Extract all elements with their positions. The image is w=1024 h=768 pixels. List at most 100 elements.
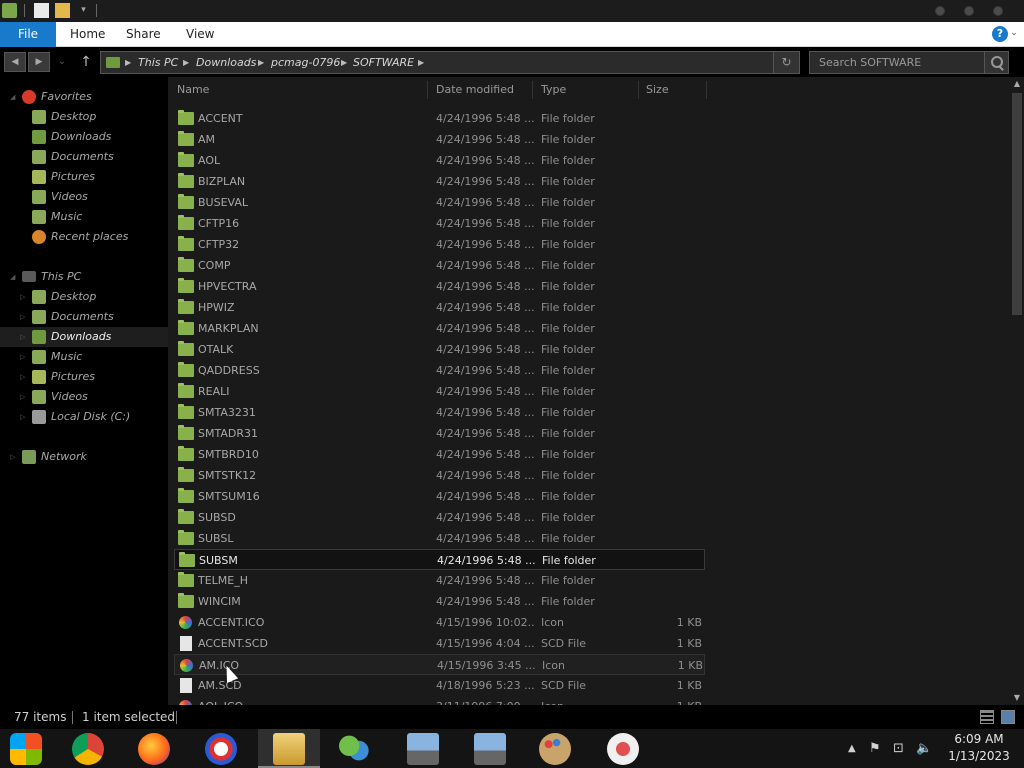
column-header-type[interactable]: Type (541, 77, 566, 103)
breadcrumb-pcmag-0796[interactable]: pcmag-0796 (271, 52, 340, 73)
system-clock[interactable]: 6:09 AM 1/13/2023 (940, 731, 1018, 765)
file-row[interactable]: QADDRESS 4/24/1996 5:48 ... File folder (174, 360, 705, 381)
start-button[interactable] (0, 729, 62, 768)
taskbar-paint[interactable] (524, 729, 586, 768)
nav-pc-local-disk[interactable]: ▷ Local Disk (C:) (0, 407, 168, 427)
file-row[interactable]: SMTA3231 4/24/1996 5:48 ... File folder (174, 402, 705, 423)
tab-share[interactable]: Share (126, 22, 161, 47)
file-row[interactable]: WINCIM 4/24/1996 5:48 ... File folder (174, 591, 705, 612)
column-header-size[interactable]: Size (646, 77, 669, 103)
file-row[interactable]: HPVECTRA 4/24/1996 5:48 ... File folder (174, 276, 705, 297)
chevron-right-icon[interactable]: ▶ (183, 52, 189, 73)
nav-pc-music[interactable]: ▷ Music (0, 347, 168, 367)
nav-pc-desktop[interactable]: ▷ Desktop (0, 287, 168, 307)
scroll-up-arrow-icon[interactable]: ▲ (1010, 77, 1024, 91)
file-row[interactable]: SUBSM 4/24/1996 5:48 ... File folder (174, 549, 705, 570)
minimize-button[interactable] (935, 6, 945, 16)
scroll-down-arrow-icon[interactable]: ▼ (1010, 691, 1024, 705)
file-row[interactable]: SUBSL 4/24/1996 5:48 ... File folder (174, 528, 705, 549)
chevron-right-icon[interactable]: ▶ (341, 52, 347, 73)
file-row[interactable]: SMTSUM16 4/24/1996 5:48 ... File folder (174, 486, 705, 507)
expand-arrow-icon[interactable]: ◢ (10, 87, 15, 107)
taskbar-file-explorer[interactable] (258, 729, 320, 768)
expand-arrow-icon[interactable]: ▷ (20, 387, 25, 407)
expand-arrow-icon[interactable]: ▷ (20, 287, 25, 307)
search-box[interactable]: Search SOFTWARE (809, 51, 1009, 74)
help-icon[interactable]: ? (992, 26, 1008, 42)
nav-fav-music[interactable]: Music (0, 207, 168, 227)
details-view-icon[interactable] (980, 710, 994, 724)
close-button[interactable] (993, 6, 1003, 16)
file-row[interactable]: SMTBRD10 4/24/1996 5:48 ... File folder (174, 444, 705, 465)
nav-favorites[interactable]: ◢ Favorites (0, 87, 168, 107)
file-row[interactable]: REALI 4/24/1996 5:48 ... File folder (174, 381, 705, 402)
taskbar-network-app-2[interactable] (459, 729, 521, 768)
file-row[interactable]: TELME_H 4/24/1996 5:48 ... File folder (174, 570, 705, 591)
file-row[interactable]: CFTP16 4/24/1996 5:48 ... File folder (174, 213, 705, 234)
expand-arrow-icon[interactable]: ▷ (20, 327, 25, 347)
file-row[interactable]: AOL.ICO 3/11/1996 7:00 ... Icon 1 KB (174, 696, 705, 705)
search-icon[interactable] (984, 52, 1008, 73)
file-row[interactable]: ACCENT 4/24/1996 5:48 ... File folder (174, 108, 705, 129)
tab-view[interactable]: View (186, 22, 214, 47)
column-divider[interactable] (427, 81, 428, 99)
chevron-right-icon[interactable]: ▶ (125, 52, 131, 73)
refresh-icon[interactable]: ↻ (773, 52, 799, 73)
file-row[interactable]: COMP 4/24/1996 5:48 ... File folder (174, 255, 705, 276)
taskbar-firefox[interactable] (123, 729, 185, 768)
chevron-down-icon[interactable]: ⌄ (1008, 27, 1020, 39)
new-folder-icon[interactable] (55, 3, 70, 18)
file-row[interactable]: AM.SCD 4/18/1996 5:23 ... SCD File 1 KB (174, 675, 705, 696)
taskbar-chrome[interactable] (57, 729, 119, 768)
column-header-name[interactable]: Name (177, 77, 209, 103)
file-row[interactable]: AM.ICO 4/15/1996 3:45 ... Icon 1 KB (174, 654, 705, 675)
nav-fav-videos[interactable]: Videos (0, 187, 168, 207)
taskbar-users[interactable] (323, 729, 385, 768)
tab-file[interactable]: File (0, 22, 56, 47)
search-input[interactable]: Search SOFTWARE (819, 52, 921, 73)
file-row[interactable]: BIZPLAN 4/24/1996 5:48 ... File folder (174, 171, 705, 192)
expand-arrow-icon[interactable]: ◢ (10, 267, 15, 287)
file-row[interactable]: ACCENT.ICO 4/15/1996 10:02... Icon 1 KB (174, 612, 705, 633)
file-row[interactable]: ACCENT.SCD 4/15/1996 4:04 ... SCD File 1 KB (174, 633, 705, 654)
show-hidden-icons-icon[interactable]: ▲ (848, 729, 856, 768)
nav-fav-pictures[interactable]: Pictures (0, 167, 168, 187)
expand-arrow-icon[interactable]: ▷ (20, 307, 25, 327)
tab-home[interactable]: Home (70, 22, 105, 47)
expand-arrow-icon[interactable]: ▷ (20, 407, 25, 427)
taskbar-network-app-1[interactable] (392, 729, 454, 768)
nav-pc-documents[interactable]: ▷ Documents (0, 307, 168, 327)
expand-arrow-icon[interactable]: ▷ (10, 447, 15, 467)
breadcrumb-software[interactable]: SOFTWARE (353, 52, 414, 73)
chevron-right-icon[interactable]: ▶ (258, 52, 264, 73)
breadcrumb-this-pc[interactable]: This PC (138, 52, 178, 73)
breadcrumb-downloads[interactable]: Downloads (196, 52, 256, 73)
file-row[interactable]: AOL 4/24/1996 5:48 ... File folder (174, 150, 705, 171)
nav-pc-pictures[interactable]: ▷ Pictures (0, 367, 168, 387)
up-arrow-icon[interactable]: ↑ (78, 52, 94, 72)
taskbar-opera[interactable] (190, 729, 252, 768)
file-row[interactable]: OTALK 4/24/1996 5:48 ... File folder (174, 339, 705, 360)
nav-fav-desktop[interactable]: Desktop (0, 107, 168, 127)
file-row[interactable]: HPWIZ 4/24/1996 5:48 ... File folder (174, 297, 705, 318)
nav-fav-downloads[interactable]: Downloads (0, 127, 168, 147)
file-row[interactable]: SMTSTK12 4/24/1996 5:48 ... File folder (174, 465, 705, 486)
column-header-date[interactable]: Date modified (436, 77, 514, 103)
forward-button[interactable]: ▶ (28, 52, 50, 72)
file-row[interactable]: SUBSD 4/24/1996 5:48 ... File folder (174, 507, 705, 528)
nav-pc-videos[interactable]: ▷ Videos (0, 387, 168, 407)
action-center-flag-icon[interactable]: ⚑ (869, 729, 881, 768)
network-status-icon[interactable]: ⊡ (893, 729, 904, 768)
maximize-button[interactable] (964, 6, 974, 16)
file-row[interactable]: AM 4/24/1996 5:48 ... File folder (174, 129, 705, 150)
expand-arrow-icon[interactable]: ▷ (20, 367, 25, 387)
customize-toolbar-icon[interactable]: ▾ (76, 3, 91, 18)
chevron-right-icon[interactable]: ▶ (418, 52, 424, 73)
file-row[interactable]: BUSEVAL 4/24/1996 5:48 ... File folder (174, 192, 705, 213)
volume-icon[interactable]: 🔈 (916, 729, 932, 768)
recent-locations-icon[interactable]: ⌄ (52, 52, 72, 72)
large-icons-view-icon[interactable] (1001, 710, 1015, 724)
nav-network[interactable]: ▷ Network (0, 447, 168, 467)
nav-this-pc[interactable]: ◢ This PC (0, 267, 168, 287)
vertical-scrollbar[interactable]: ▲ ▼ (1010, 77, 1024, 705)
